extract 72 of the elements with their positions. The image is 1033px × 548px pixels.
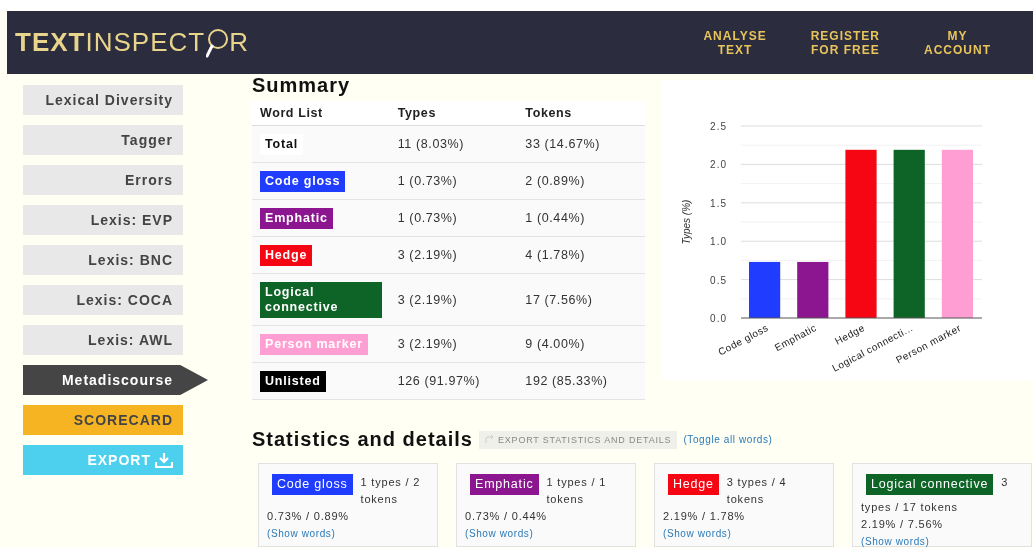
share-icon <box>484 435 494 444</box>
sidebar-button[interactable]: Metadiscourse <box>23 365 208 395</box>
table-cell: 2 (0.89%) <box>517 162 645 200</box>
table-cell: 3 (2.19%) <box>389 325 518 363</box>
table-cell: 1 (0.44%) <box>517 199 645 237</box>
category-tag: Unlisted <box>260 370 326 392</box>
axis-tick-label: 2.0 <box>710 159 727 171</box>
section-title: Statistics and details <box>252 428 473 451</box>
download-icon <box>155 452 173 468</box>
count-text: types / 17 tokens <box>861 500 958 515</box>
nav-link[interactable]: MY ACCOUNT <box>924 28 991 57</box>
sidebar-button[interactable]: Lexis: BNC <box>23 245 183 275</box>
table-cell: 1 (0.73%) <box>389 162 518 200</box>
count-text: tokens <box>360 492 398 507</box>
sidebar-button[interactable]: Lexis: AWL <box>23 325 183 355</box>
sidebar-button[interactable]: Lexis: COCA <box>23 285 183 315</box>
chart-bar <box>797 261 829 318</box>
category-tag: Hedge <box>668 474 719 495</box>
column-header: Types <box>389 101 518 126</box>
percent-text: 0.73% / 0.89% <box>267 509 350 524</box>
category-tag: Person marker <box>260 333 368 355</box>
nav-link[interactable]: REGISTER FOR FREE <box>810 28 880 57</box>
count-text: tokens <box>546 492 584 507</box>
table-cell: 17 (7.56%) <box>517 273 645 326</box>
chart-bar <box>749 261 781 318</box>
percent-text: 0.73% / 0.44% <box>465 509 548 524</box>
table-cell: 126 (91.97%) <box>389 362 518 400</box>
count-text: 1 types / 2 <box>360 475 421 490</box>
row-label: Total <box>260 133 303 155</box>
table-cell: 3 (2.19%) <box>389 236 518 274</box>
table-cell: 33 (14.67%) <box>517 125 645 163</box>
axis-tick-label: 0.0 <box>710 313 727 324</box>
sidebar-button[interactable]: Lexis: EVP <box>23 205 183 235</box>
count-text: tokens <box>726 492 765 507</box>
column-header: Word List <box>252 101 390 126</box>
category-tag: Code gloss <box>272 474 353 495</box>
count-text: 3 <box>1001 475 1009 490</box>
category-tag: Logical connective <box>866 474 994 495</box>
text-inspector-logo: TEXTINSPECT R <box>15 27 249 58</box>
section-title: Summary <box>252 74 352 97</box>
sidebar-button[interactable]: Lexical Diversity <box>23 85 183 115</box>
axis-title: Types (%) <box>681 199 692 245</box>
axis-tick-label: 0.5 <box>710 274 727 286</box>
show-words-link[interactable]: (Show words) <box>861 536 930 547</box>
count-text: 1 types / 1 <box>546 475 607 490</box>
percent-text: 2.19% / 7.56% <box>861 517 944 532</box>
table-cell: 11 (8.03%) <box>389 125 518 163</box>
table-cell: 4 (1.78%) <box>517 236 645 274</box>
sidebar-button[interactable]: Errors <box>23 165 183 195</box>
category-tag: Emphatic <box>470 474 539 495</box>
category-tag: Logical connective <box>260 281 382 318</box>
show-words-link[interactable]: (Show words) <box>267 528 336 539</box>
table-cell: 3 (2.19%) <box>389 273 518 326</box>
magnifier-icon <box>206 27 229 58</box>
category-tag: Emphatic <box>260 207 333 229</box>
show-words-link[interactable]: (Show words) <box>663 528 732 539</box>
table-cell: 9 (4.00%) <box>517 325 645 363</box>
sidebar-button[interactable]: Tagger <box>23 125 183 155</box>
percent-text: 2.19% / 1.78% <box>663 509 746 524</box>
nav-link[interactable]: ANALYSE TEXT <box>703 28 767 57</box>
axis-tick-label: 1.0 <box>710 236 727 248</box>
category-tag: Code gloss <box>260 170 346 192</box>
category-tag: Hedge <box>260 244 313 266</box>
toggle-words-link[interactable]: (Toggle all words) <box>683 434 773 445</box>
show-words-link[interactable]: (Show words) <box>465 528 534 539</box>
count-text: 3 types / 4 <box>726 475 787 490</box>
axis-tick-label: 2.5 <box>710 121 727 132</box>
table-cell: 192 (85.33%) <box>517 362 645 400</box>
sidebar-button[interactable]: SCORECARD <box>23 405 183 435</box>
column-header: Tokens <box>517 101 645 126</box>
axis-tick-label: 1.5 <box>710 197 727 209</box>
table-cell: 1 (0.73%) <box>389 199 518 237</box>
